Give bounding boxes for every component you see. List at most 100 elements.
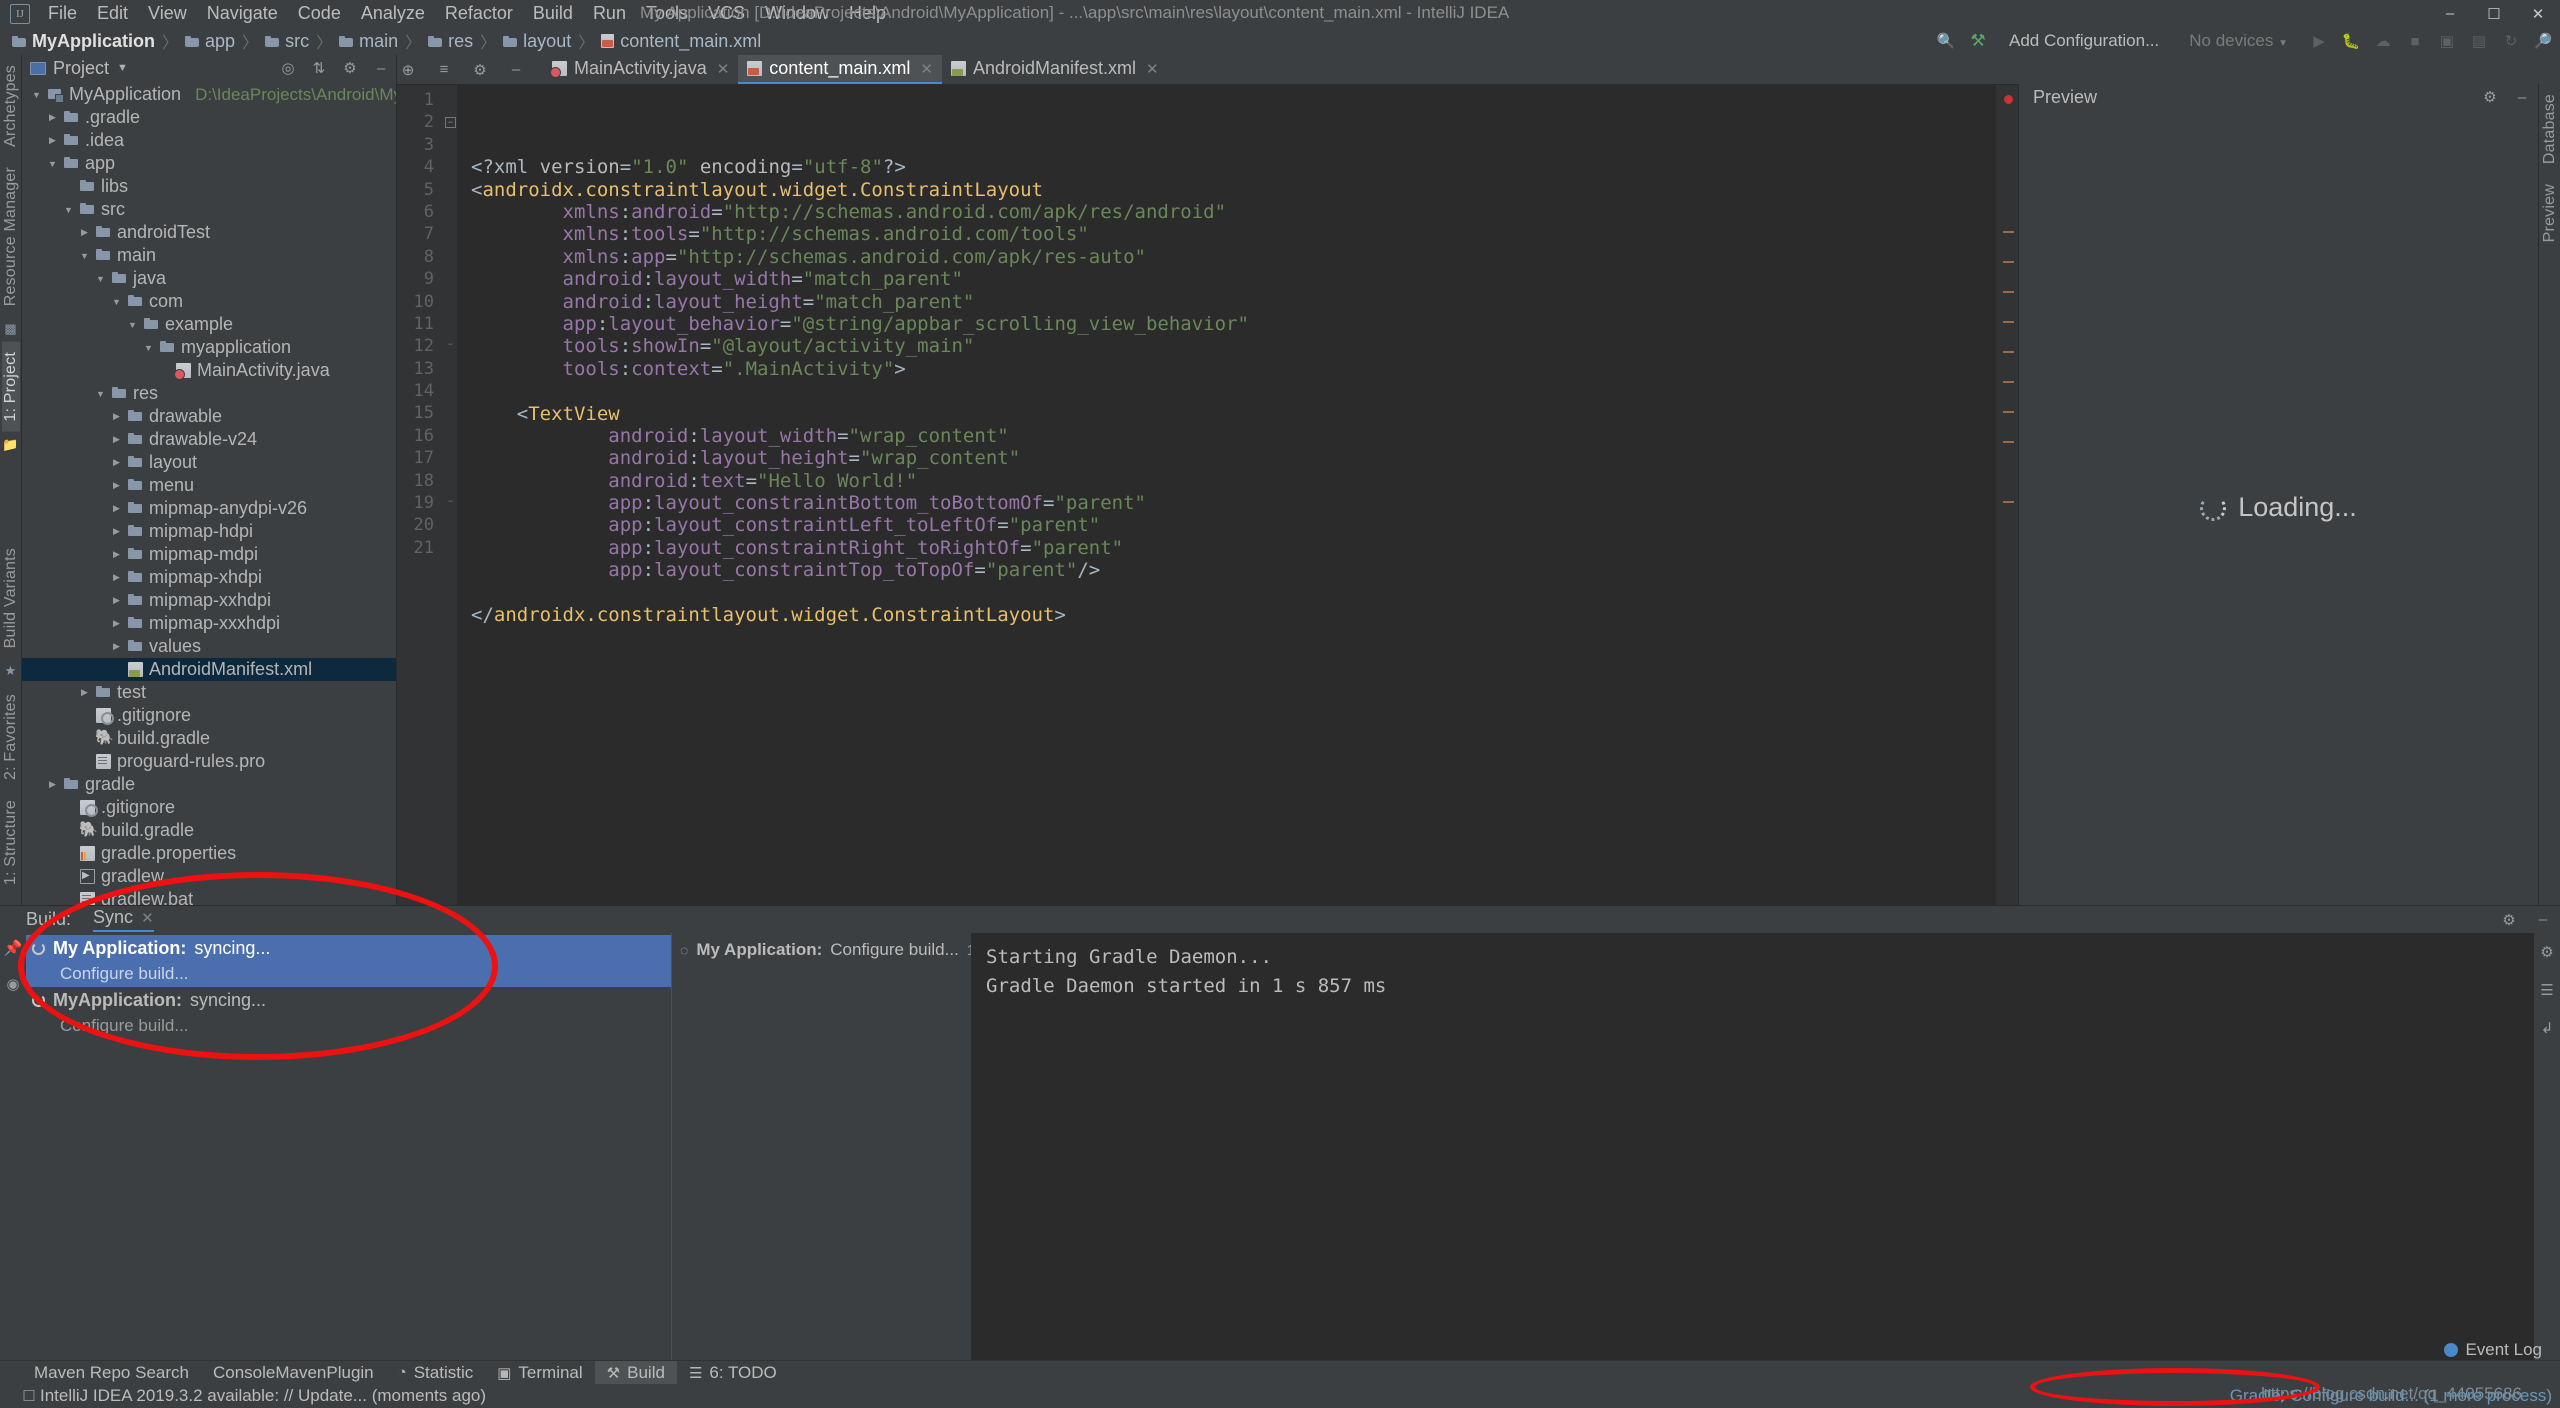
hide-panel-icon[interactable]: – [370,57,392,79]
minimize-button[interactable]: – [2428,0,2472,27]
build-event-row[interactable]: My Application: syncing... [26,935,671,961]
chevron-right-icon[interactable]: ▶ [110,411,123,422]
locate-icon[interactable]: ⊕ [397,59,419,81]
notification-icon[interactable]: ☐ [18,1385,40,1407]
chevron-right-icon[interactable]: ▶ [110,503,123,514]
chevron-down-icon[interactable]: ▼ [62,205,75,215]
tree-row[interactable]: ▶ .gradle [22,106,396,129]
chevron-right-icon[interactable]: ▶ [78,687,91,698]
device-selector[interactable]: No devices ▼ [2179,29,2298,53]
list-icon[interactable]: ☰ [2536,979,2558,1001]
tree-row[interactable]: ▼ example [22,313,396,336]
bottom-tool-terminal[interactable]: ▣ Terminal [485,1361,594,1385]
pin-icon[interactable]: 📌 [4,939,23,957]
breadcrumb-item-0[interactable]: MyApplication [12,31,155,52]
build-hammer-icon[interactable]: ⚒ [1967,30,1989,52]
menu-item-analyze[interactable]: Analyze [351,1,435,26]
tree-row[interactable]: ▼ com [22,290,396,313]
tree-row[interactable]: ▶ gradle [22,773,396,796]
build-detail-row[interactable]: ◌My Application: Configure build...1 m 5… [672,937,1024,963]
rail-item-build-variants[interactable]: Build Variants [2,538,20,658]
event-log-button[interactable]: Event Log [2444,1340,2542,1360]
tree-row[interactable]: build.gradle [22,819,396,842]
breadcrumb-item-3[interactable]: main [339,31,398,52]
gear-icon[interactable]: ⚙ [2479,86,2501,108]
star-icon[interactable]: ★ [5,663,17,679]
hide-panel-icon[interactable]: – [505,59,527,81]
build-event-tree[interactable]: My Application: syncing... Configure buil… [26,933,671,1360]
tree-row[interactable]: MainActivity.java [22,359,396,382]
tree-row[interactable]: ▶ test [22,681,396,704]
editor-tab-androidmanifest-xml[interactable]: AndroidManifest.xml ✕ [942,55,1168,84]
close-icon[interactable]: ✕ [1146,60,1159,78]
hide-panel-icon[interactable]: – [2511,86,2533,108]
filter-icon[interactable]: ◉ [6,975,19,993]
bottom-tool-maven-repo-search[interactable]: Maven Repo Search [22,1361,201,1385]
tree-row[interactable]: ▶ androidTest [22,221,396,244]
hide-panel-icon[interactable]: – [2532,909,2554,931]
breadcrumb-item-5[interactable]: layout [503,31,571,52]
project-tree[interactable]: ▼ MyApplication D:\IdeaProjects\Android\My… [22,81,396,905]
menu-item-build[interactable]: Build [523,1,583,26]
bottom-tool-statistic[interactable]: ◔ Statistic [386,1361,486,1385]
code-folding-column[interactable]: − − − [443,85,457,905]
gear-icon[interactable]: ⚙ [2536,941,2558,963]
chevron-right-icon[interactable]: ▶ [78,227,91,238]
chevron-right-icon[interactable]: ▶ [46,112,59,123]
tree-row-selected[interactable]: AndroidManifest.xml [22,658,396,681]
sdk-manager-icon[interactable]: ▤ [2468,30,2490,52]
bottom-tool-consolemavenplugin[interactable]: ConsoleMavenPlugin [201,1361,386,1385]
code-editor[interactable]: 1 2 3 4 5 6 7 8 9 10 11 12 13 14 15 16 17 18 19 20 21 − − − … [397,84,2018,905]
chevron-right-icon[interactable]: ▶ [110,480,123,491]
gear-icon[interactable]: ⚙ [2498,909,2520,931]
close-button[interactable]: ✕ [2516,0,2560,27]
tree-row[interactable]: ▶ mipmap-xxhdpi [22,589,396,612]
bottom-tool-build[interactable]: ⚒ Build [594,1360,677,1385]
maximize-button[interactable]: ☐ [2472,0,2516,27]
chevron-right-icon[interactable]: ▶ [110,572,123,583]
tree-row[interactable]: proguard-rules.pro [22,750,396,773]
close-icon[interactable]: ✕ [717,60,730,78]
chevron-down-icon[interactable]: ▼ [78,251,91,261]
chevron-right-icon[interactable]: ▶ [110,434,123,445]
tree-row[interactable]: ▶ mipmap-anydpi-v26 [22,497,396,520]
editor-tab-mainactivity-java[interactable]: MainActivity.java ✕ [543,55,738,84]
rail-item-structure[interactable]: 1: Structure [2,790,20,895]
menu-item-file[interactable]: File [38,1,87,26]
wrap-text-icon[interactable]: ↲ [2536,1017,2558,1039]
fold-marker-icon[interactable]: − [445,340,456,351]
chevron-right-icon[interactable]: ▶ [110,618,123,629]
rail-item-preview[interactable]: Preview [2541,174,2559,252]
chevron-right-icon[interactable]: ▶ [46,779,59,790]
tree-row[interactable]: ▼ src [22,198,396,221]
chevron-down-icon[interactable]: ▼ [110,297,123,307]
add-configuration-button[interactable]: Add Configuration... [1999,29,2169,53]
chevron-right-icon[interactable]: ▶ [110,549,123,560]
chevron-down-icon[interactable]: ▼ [30,90,43,100]
tree-row[interactable]: ▶ drawable-v24 [22,428,396,451]
search-everywhere-icon[interactable]: 🔍 [1935,30,1957,52]
tree-row[interactable]: ▶ .idea [22,129,396,152]
tree-row[interactable]: ▶ mipmap-hdpi [22,520,396,543]
stop-icon[interactable]: ■ [2404,30,2426,52]
error-stripe-icon[interactable] [2004,95,2013,104]
menu-item-run[interactable]: Run [583,1,636,26]
chevron-down-icon[interactable]: ▼ [142,343,155,353]
rail-item-database[interactable]: Database [2541,84,2559,174]
tree-row[interactable]: ▶ values [22,635,396,658]
menu-item-code[interactable]: Code [288,1,351,26]
chevron-down-icon[interactable]: ▼ [94,389,107,399]
tree-row[interactable]: ▼ res [22,382,396,405]
collapse-icon[interactable]: ≡ [433,59,455,81]
folder-icon[interactable]: 📁 [2,437,18,453]
debug-icon[interactable]: 🐛 [2340,30,2362,52]
menu-item-view[interactable]: View [138,1,197,26]
tree-row[interactable]: ▶ menu [22,474,396,497]
close-icon[interactable]: ✕ [141,909,154,927]
chevron-right-icon[interactable]: ▶ [110,526,123,537]
build-tab-sync[interactable]: Sync ✕ [93,907,154,932]
run-icon[interactable]: ▶ [2308,30,2330,52]
build-console-output[interactable]: Starting Gradle Daemon... Gradle Daemon s… [971,933,2534,1360]
tree-row[interactable]: gradle.properties [22,842,396,865]
tree-row[interactable]: .gitignore [22,796,396,819]
